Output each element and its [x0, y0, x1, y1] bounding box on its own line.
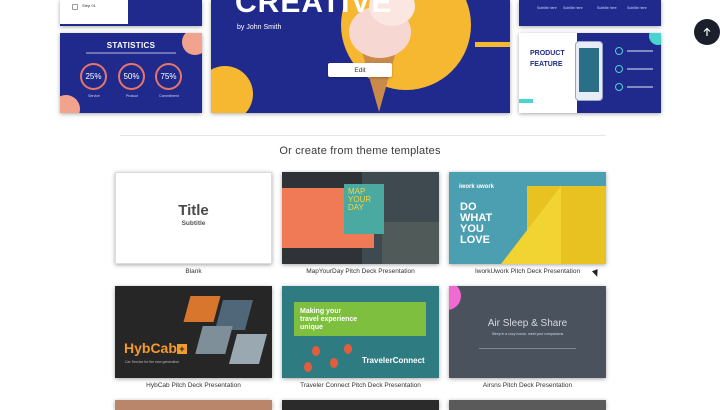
template-airsns[interactable]: Air Sleep & Share Sleep in a cozy house,…: [449, 286, 606, 378]
decor-blob: [60, 95, 80, 113]
stat-label: Product: [125, 94, 139, 98]
template-card-partial[interactable]: [449, 400, 606, 410]
balloon-icon: [330, 358, 338, 368]
preview-title: DO WHAT YOU LOVE: [460, 202, 492, 246]
template-iworkuwork[interactable]: iwork uwork DO WHAT YOU LOVE: [449, 172, 606, 264]
preview-line: unique: [300, 324, 323, 331]
preview-title: Title: [178, 202, 209, 219]
section-heading: Or create from theme templates: [279, 145, 441, 157]
product-title: PRODUCT FEATURE: [530, 48, 565, 70]
stat-circle: 75%: [155, 63, 182, 90]
checkbox-icon: [72, 4, 78, 10]
mini-subtitle: Subtitle here: [597, 6, 617, 10]
featured-card-steps[interactable]: Step 01: [60, 0, 202, 26]
preview-line: travel experience: [300, 316, 358, 323]
balloon-icon: [304, 362, 312, 372]
arrow-up-icon: [703, 27, 711, 36]
mini-subtitle: Subtitle here: [563, 6, 583, 10]
plus-icon: +: [177, 344, 187, 354]
scroll-to-top-button[interactable]: [694, 19, 720, 45]
phone-image: [575, 41, 603, 101]
preview-title: Making your travel experience unique: [300, 308, 357, 332]
mini-subtitle: Subtitle here: [627, 6, 647, 10]
feature-line: [627, 50, 653, 52]
feature-dot-icon: [615, 47, 623, 55]
preview-logo: iwork uwork: [459, 184, 495, 190]
stats-title: STATISTICS: [106, 41, 156, 50]
template-name[interactable]: MapYourDay Pitch Deck Presentation: [282, 268, 439, 275]
featured-card-product[interactable]: PRODUCT FEATURE: [519, 33, 661, 113]
template-mapyourday[interactable]: MAP YOUR DAY: [282, 172, 439, 264]
preview-brand: TravelerConnect: [362, 356, 425, 365]
template-name[interactable]: HybCab Pitch Deck Presentation: [115, 382, 272, 389]
preview-photo: [382, 222, 439, 264]
section-divider: [120, 135, 606, 136]
template-hybcab[interactable]: HybCab + Car Service for the new generat…: [115, 286, 272, 378]
feature-dot-icon: [615, 65, 623, 73]
preview-title: MAP YOUR DAY: [348, 188, 371, 212]
feature-dot-icon: [615, 83, 623, 91]
preview-building: [501, 186, 561, 264]
stat-label: Service: [88, 94, 100, 98]
decor-circle: [211, 66, 253, 113]
step-label: Step 01: [82, 3, 96, 8]
template-name[interactable]: Blank: [115, 268, 272, 275]
preview-title: HybCab: [124, 340, 177, 356]
preview-title: Air Sleep & Share: [487, 318, 568, 329]
preview-line: LOVE: [460, 234, 490, 246]
stats-subtitle-line: [86, 52, 176, 54]
preview-line: DAY: [348, 203, 364, 212]
edit-button[interactable]: Edit: [328, 63, 392, 77]
feature-line: [627, 86, 653, 88]
product-title-line: PRODUCT: [530, 50, 565, 57]
preview-photo: [183, 296, 221, 322]
template-card-partial[interactable]: [115, 400, 272, 410]
mini-subtitle: Subtitle here: [537, 6, 557, 10]
featured-card-statistics[interactable]: STATISTICS 25% 50% 75% Service Product C…: [60, 33, 202, 113]
feature-line: [627, 68, 653, 70]
featured-card-subtitles[interactable]: Subtitle here Subtitle here Subtitle her…: [519, 0, 661, 26]
preview-subtitle: Sleep in a cozy house, meet your compani…: [491, 332, 564, 336]
creative-title: CREATIVE: [235, 0, 393, 19]
preview-line: Making your: [300, 308, 342, 315]
template-name[interactable]: Traveler Connect Pitch Deck Presentation: [282, 382, 439, 389]
decor-circle: [449, 286, 461, 310]
preview-subtitle: Car Service for the new generation: [125, 360, 180, 364]
preview-photo: [228, 334, 268, 364]
template-name[interactable]: IworkUwork Pitch Deck Presentation: [449, 268, 606, 275]
featured-card-creative[interactable]: CREATIVE by John Smith Edit: [211, 0, 510, 113]
stat-label: Commitment: [159, 94, 179, 98]
template-name[interactable]: Airsns Pitch Deck Presentation: [449, 382, 606, 389]
template-traveler-connect[interactable]: Making your travel experience unique Tra…: [282, 286, 439, 378]
decor-stripe: [475, 42, 510, 47]
creative-author: by John Smith: [237, 24, 282, 31]
stat-circle: 50%: [118, 63, 145, 90]
balloon-icon: [312, 346, 320, 356]
decor-circle: [649, 33, 661, 45]
decor-bar: [519, 99, 533, 103]
steps-sheet: Step 01: [60, 0, 128, 24]
balloon-icon: [344, 344, 352, 354]
template-blank[interactable]: Title Subtitle: [115, 172, 272, 264]
preview-subtitle: Subtitle: [181, 220, 206, 227]
template-card-partial[interactable]: [282, 400, 439, 410]
preview-photo: [195, 326, 233, 354]
stat-circle: 25%: [80, 63, 107, 90]
product-title-line: FEATURE: [530, 61, 563, 68]
preview-divider: [479, 348, 576, 349]
